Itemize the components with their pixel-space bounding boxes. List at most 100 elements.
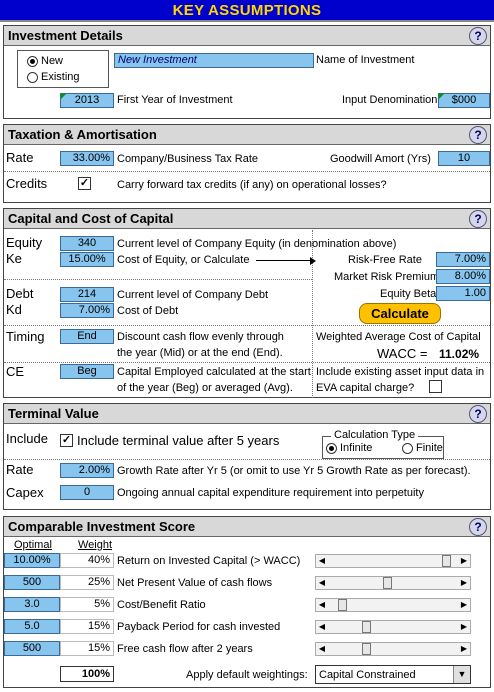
radio-finite[interactable]: Finite <box>402 442 443 454</box>
ce-input[interactable]: Beg <box>60 364 114 379</box>
default-weightings-select[interactable]: Capital Constrained ▼ <box>315 665 471 684</box>
calculate-button[interactable]: Calculate <box>359 303 441 324</box>
column-divider <box>312 230 313 398</box>
weight-slider[interactable]: ◀ ▶ <box>315 576 471 590</box>
weight-value: 25% <box>60 575 114 590</box>
eva-checkbox[interactable] <box>429 380 442 393</box>
wacc-label: WACC = <box>377 346 428 361</box>
arrow-right-icon[interactable]: ▶ <box>458 643 470 655</box>
help-icon[interactable]: ? <box>469 210 487 228</box>
score-criterion-label: Return on Invested Capital (> WACC) <box>117 555 301 567</box>
market-risk-input[interactable]: 8.00% <box>436 269 490 284</box>
equity-beta-label: Equity Beta <box>380 288 437 300</box>
arrow-left-icon[interactable]: ◀ <box>316 643 328 655</box>
equity-beta-input[interactable]: 1.00 <box>436 286 490 301</box>
total-weight-value: 100% <box>60 666 114 682</box>
arrow-right-icon[interactable]: ▶ <box>458 599 470 611</box>
investment-name-input[interactable]: New Investment <box>114 53 314 68</box>
weight-value: 15% <box>60 641 114 656</box>
arrow-head-icon <box>310 257 316 265</box>
tax-rate-input[interactable]: 33.00% <box>60 151 114 166</box>
optimal-input[interactable]: 3.0 <box>4 597 60 612</box>
equity-label: Equity <box>6 235 43 250</box>
include-terminal-desc: Include terminal value after 5 years <box>77 433 280 448</box>
growth-rate-input[interactable]: 2.00% <box>60 463 114 478</box>
ce-desc-1: Capital Employed calculated at the start <box>117 366 311 378</box>
arrow-left-icon[interactable]: ◀ <box>316 577 328 589</box>
score-criterion-label: Cost/Benefit Ratio <box>117 599 206 611</box>
weight-slider[interactable]: ◀ ▶ <box>315 598 471 612</box>
row-divider <box>4 362 490 363</box>
slider-thumb[interactable] <box>362 621 371 633</box>
slider-thumb[interactable] <box>442 555 451 567</box>
score-criterion-label: Net Present Value of cash flows <box>117 577 273 589</box>
timing-input[interactable]: End <box>60 329 114 344</box>
denomination-input[interactable]: $000 <box>438 93 490 108</box>
credits-label: Credits <box>6 176 48 191</box>
ke-label: Ke <box>6 251 22 266</box>
chevron-down-icon[interactable]: ▼ <box>453 666 470 683</box>
include-terminal-checkbox[interactable]: ✓ <box>60 434 73 447</box>
slider-thumb[interactable] <box>362 643 371 655</box>
investment-name-label: Name of Investment <box>316 54 415 66</box>
kd-input[interactable]: 7.00% <box>60 303 114 318</box>
score-section: Comparable Investment Score ? Optimal We… <box>3 516 491 688</box>
weight-column-header: Weight <box>78 539 113 551</box>
section-title: Capital and Cost of Capital <box>8 211 174 226</box>
slider-thumb[interactable] <box>383 577 392 589</box>
credits-desc: Carry forward tax credits (if any) on op… <box>117 179 387 191</box>
radio-existing[interactable]: Existing <box>27 71 80 83</box>
score-criterion-label: Payback Period for cash invested <box>117 621 281 633</box>
goodwill-input[interactable]: 10 <box>438 151 490 166</box>
capex-label: Capex <box>6 485 44 500</box>
arrow-right-icon <box>256 260 314 261</box>
timing-desc-2: the year (Mid) or at the end (End). <box>117 347 283 359</box>
radio-on-icon <box>326 442 337 454</box>
arrow-left-icon[interactable]: ◀ <box>316 599 328 611</box>
score-criterion-label: Free cash flow after 2 years <box>117 643 253 655</box>
arrow-left-icon[interactable]: ◀ <box>316 555 328 567</box>
weight-slider[interactable]: ◀ ▶ <box>315 642 471 656</box>
taxation-section: Taxation & Amortisation ? Rate 33.00% Co… <box>3 124 491 203</box>
radio-new[interactable]: New <box>27 55 63 67</box>
row-divider <box>4 459 490 460</box>
arrow-right-icon[interactable]: ▶ <box>458 555 470 567</box>
optimal-input[interactable]: 500 <box>4 575 60 590</box>
optimal-input[interactable]: 10.00% <box>4 553 60 568</box>
equity-desc: Current level of Company Equity (in deno… <box>117 238 397 250</box>
weight-slider[interactable]: ◀ ▶ <box>315 620 471 634</box>
help-icon[interactable]: ? <box>469 27 487 45</box>
risk-free-input[interactable]: 7.00% <box>436 252 490 267</box>
help-icon[interactable]: ? <box>469 518 487 536</box>
timing-label: Timing <box>6 329 45 344</box>
arrow-right-icon[interactable]: ▶ <box>458 621 470 633</box>
optimal-input[interactable]: 500 <box>4 641 60 656</box>
ce-label: CE <box>6 364 25 379</box>
slider-thumb[interactable] <box>338 599 347 611</box>
debt-input[interactable]: 214 <box>60 287 114 302</box>
equity-input[interactable]: 340 <box>60 236 114 251</box>
terminal-value-header: Terminal Value ? <box>4 404 490 424</box>
radio-infinite[interactable]: Infinite <box>326 442 372 454</box>
section-title: Investment Details <box>8 28 123 43</box>
arrow-right-icon[interactable]: ▶ <box>458 577 470 589</box>
help-icon[interactable]: ? <box>469 126 487 144</box>
investment-details-section: Investment Details ? New Existing New In… <box>3 25 491 119</box>
credits-checkbox[interactable]: ✓ <box>78 177 91 190</box>
kd-desc: Cost of Debt <box>117 305 179 317</box>
first-year-input[interactable]: 2013 <box>60 93 114 108</box>
eva-desc-1: Include existing asset input data in <box>316 366 485 378</box>
weight-slider[interactable]: ◀ ▶ <box>315 554 471 568</box>
help-icon[interactable]: ? <box>469 405 487 423</box>
arrow-left-icon[interactable]: ◀ <box>316 621 328 633</box>
score-header: Comparable Investment Score ? <box>4 517 490 537</box>
risk-free-label: Risk-Free Rate <box>348 254 422 266</box>
default-weightings-value: Capital Constrained <box>319 669 416 681</box>
terminal-value-section: Terminal Value ? Include ✓ Include termi… <box>3 403 491 510</box>
row-divider <box>4 171 490 172</box>
ke-input[interactable]: 15.00% <box>60 252 114 267</box>
denomination-label: Input Denomination <box>342 94 438 106</box>
optimal-input[interactable]: 5.0 <box>4 619 60 634</box>
weight-value: 40% <box>60 553 114 568</box>
capex-input[interactable]: 0 <box>60 485 114 500</box>
